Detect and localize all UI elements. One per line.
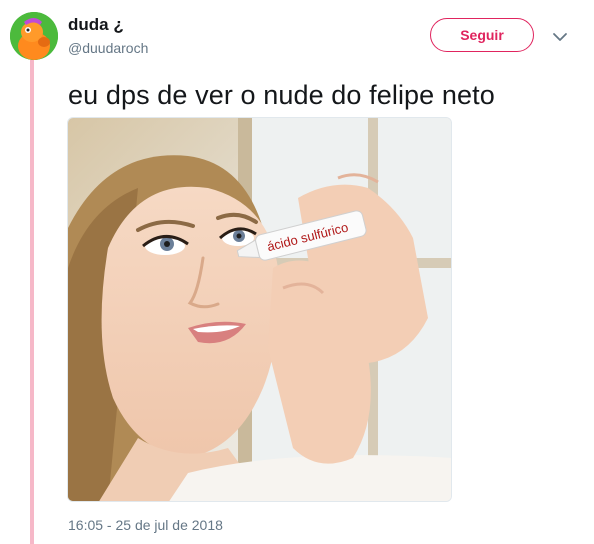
chevron-down-icon[interactable]: [552, 30, 568, 42]
thread-line: [30, 60, 34, 544]
follow-button[interactable]: Seguir: [430, 18, 534, 52]
tweet-text: eu dps de ver o nude do felipe neto: [68, 80, 495, 110]
username-handle[interactable]: @duudaroch: [68, 40, 148, 56]
avatar[interactable]: [10, 12, 58, 60]
tweet-image[interactable]: ácido sulfúrico: [67, 117, 452, 502]
tweet: duda ¿ @duudaroch Seguir eu dps de ver o…: [0, 0, 594, 544]
display-name[interactable]: duda ¿: [68, 15, 124, 35]
timestamp[interactable]: 16:05 - 25 de jul de 2018: [68, 517, 223, 533]
